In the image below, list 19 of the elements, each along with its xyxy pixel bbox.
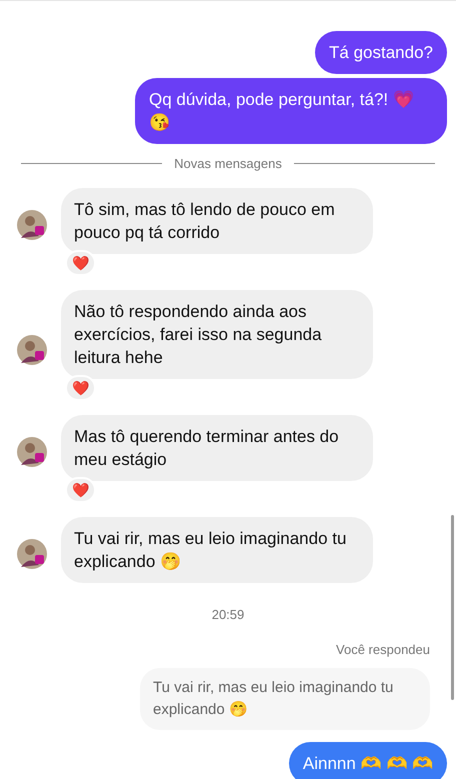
quoted-message: Tu vai rir, mas eu leio imaginando tu explicando 🤭: [140, 668, 430, 730]
message-bubble: Qq dúvida, pode perguntar, tá?! 💗 😘: [135, 78, 447, 144]
reaction-badge: ❤: [65, 476, 96, 502]
message-bubble: Ainnnn 🫶 🫶 🫶: [288, 742, 447, 779]
message-bubble: Tá gostando?: [315, 31, 447, 74]
avatar[interactable]: [17, 334, 47, 364]
message-bubble: Não tô respondendo ainda aos exercícios, farei isso na segunda leitura hehe: [61, 290, 373, 378]
reaction-badge: ❤: [65, 374, 96, 400]
message-bubble: Tu vai rir, mas eu leio imaginando tu explicando 🤭: [61, 516, 373, 582]
timestamp: 20:59: [212, 606, 244, 624]
avatar[interactable]: [17, 210, 47, 240]
avatar[interactable]: [17, 436, 47, 466]
message-bubble: Tô sim, mas tô lendo de pouco em pouco pq tá corrido: [61, 188, 373, 254]
divider-label: Novas mensagens: [174, 155, 282, 173]
avatar[interactable]: [17, 538, 47, 568]
scrollbar[interactable]: [451, 515, 454, 700]
reaction-badge: ❤: [65, 250, 96, 276]
message-bubble: Mas tô querendo terminar antes do meu estágio: [61, 414, 373, 480]
reply-label: Você respondeu: [336, 641, 430, 659]
